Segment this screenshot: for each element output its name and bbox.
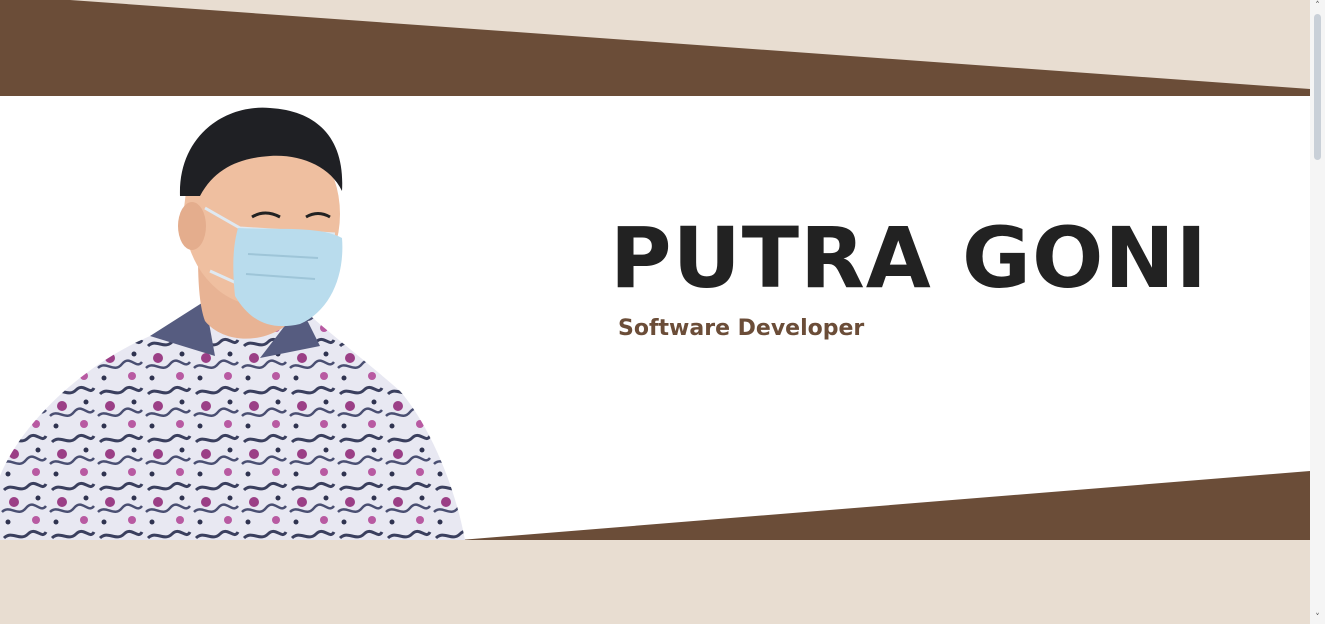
chevron-up-icon[interactable]: ˄ bbox=[1310, 0, 1325, 12]
scroll-thumb[interactable] bbox=[1314, 14, 1321, 160]
chevron-down-icon[interactable]: ˅ bbox=[1310, 612, 1325, 624]
profile-photo bbox=[0, 107, 465, 540]
lower-section bbox=[0, 540, 1310, 624]
vertical-scrollbar[interactable]: ˄ ˅ bbox=[1310, 0, 1325, 624]
hero-section: PUTRA GONI Software Developer bbox=[0, 96, 1310, 540]
hero-role: Software Developer bbox=[618, 316, 865, 341]
top-beige-wedge bbox=[70, 0, 1310, 89]
hero-name: PUTRA GONI bbox=[610, 209, 1208, 307]
page: PUTRA GONI Software Developer bbox=[0, 0, 1310, 624]
